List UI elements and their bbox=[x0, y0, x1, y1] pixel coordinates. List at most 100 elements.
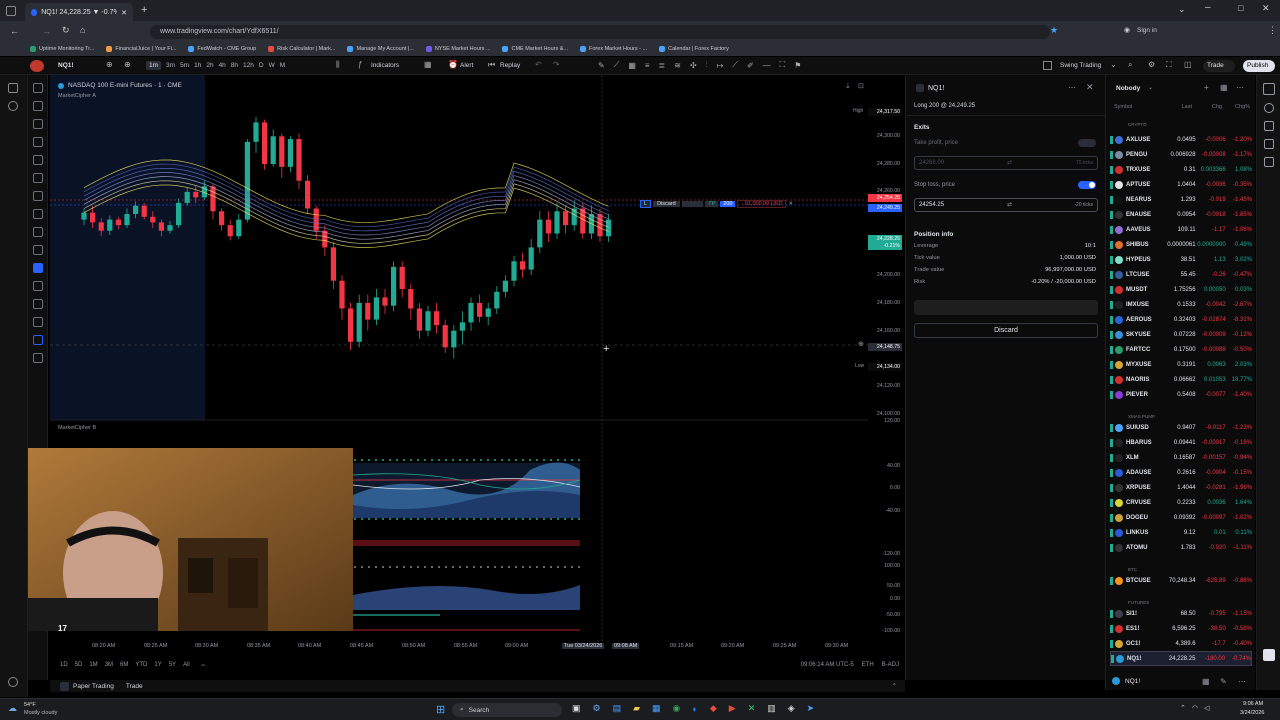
trade-tab[interactable]: Trade bbox=[126, 683, 143, 690]
frame-icon[interactable]: ⛶ bbox=[780, 60, 786, 70]
new-tab-icon[interactable]: + bbox=[141, 4, 147, 16]
icon-tool-icon[interactable] bbox=[33, 209, 43, 219]
settings-icon[interactable] bbox=[8, 677, 18, 687]
alert-button[interactable]: Alert bbox=[460, 62, 473, 69]
eye-icon[interactable] bbox=[33, 317, 43, 327]
range-YTD[interactable]: YTD bbox=[135, 662, 147, 668]
watchlist-row[interactable]: ATOMU 1.783 -0.020 -1.11% bbox=[1110, 541, 1252, 556]
take-profit-input[interactable]: 24268.00 ⇄ 75 ticks bbox=[914, 156, 1098, 170]
edit-icon[interactable]: ✎ bbox=[1220, 677, 1227, 686]
indicators-button[interactable]: Indicators bbox=[371, 62, 399, 69]
cursor-tool-icon[interactable] bbox=[33, 83, 43, 93]
grid-icon[interactable]: ▦ bbox=[628, 61, 636, 70]
fib-icon[interactable]: ≋ bbox=[674, 61, 681, 70]
chart-clock[interactable]: 09:06:14 AM UTC-5 bbox=[801, 662, 854, 668]
explorer-app-icon[interactable]: ▤ bbox=[613, 703, 622, 714]
brush-tool-icon[interactable] bbox=[33, 173, 43, 183]
range-1Y[interactable]: 1Y bbox=[154, 662, 161, 668]
range-1M[interactable]: 1M bbox=[89, 662, 97, 668]
fullscreen-icon[interactable]: ⛶ bbox=[1166, 60, 1172, 70]
watchlist-row[interactable]: APTUSE 1.0404 -0.0036 -0.35% bbox=[1110, 177, 1252, 192]
swap-icon[interactable]: ⇄ bbox=[1007, 201, 1012, 208]
bookmark-item[interactable]: Calendar | Forex Factory bbox=[659, 46, 729, 52]
publish-button[interactable]: Publish bbox=[1243, 60, 1275, 72]
edge-app-icon[interactable]: ◐ bbox=[692, 704, 697, 714]
link-icon[interactable] bbox=[33, 335, 43, 345]
lock-drawing-icon[interactable] bbox=[33, 281, 43, 291]
browser-tab-active[interactable]: NQ1! 24,228.25 ▼ -0.7% Swing... ✕ bbox=[25, 3, 133, 22]
flag-icon[interactable]: ⚑ bbox=[794, 61, 801, 70]
order-qty-badge[interactable]: 200 bbox=[720, 201, 736, 207]
wifi-icon[interactable]: ◠ bbox=[1192, 704, 1198, 712]
object-tree-icon[interactable] bbox=[1264, 121, 1274, 131]
fib-tool-icon[interactable] bbox=[33, 119, 43, 129]
history-icon[interactable] bbox=[8, 83, 18, 93]
projection-tool-icon[interactable] bbox=[33, 155, 43, 165]
watchlist-row[interactable]: TRXUSE 0.31 0.003366 1.08% bbox=[1110, 162, 1252, 177]
store-app-icon[interactable]: ▦ bbox=[652, 703, 661, 714]
watchlist-row[interactable]: ADAUSE 0.2616 -0.0004 -0.15% bbox=[1110, 465, 1252, 480]
settings-app-icon[interactable]: ⚙ bbox=[593, 703, 601, 714]
stop-loss-input[interactable]: 24254.25 ⇄ -20 ticks bbox=[914, 198, 1098, 212]
timeframe-3m[interactable]: 3m bbox=[166, 62, 175, 69]
task-view-icon[interactable]: ▣ bbox=[572, 703, 581, 714]
brave-app-icon[interactable]: ◆ bbox=[710, 703, 717, 714]
watchlist-row[interactable]: SHIBUS 0.0000061 0.0000000 0.49% bbox=[1110, 237, 1252, 252]
home-icon[interactable]: ⌂ bbox=[80, 25, 85, 35]
time-axis[interactable]: 08:20 AM 08:25 AM 08:30 AM 08:35 AM 08:40 AM… bbox=[50, 642, 905, 654]
avatar[interactable] bbox=[30, 60, 44, 72]
bookmark-item[interactable]: NYSE Market Hours ... bbox=[425, 46, 490, 52]
watchlist-row[interactable]: NEARUS 1.293 -0.019 -1.45% bbox=[1110, 192, 1252, 207]
watchlist-row[interactable]: HBARUS 0.09441 -0.00017 -0.18% bbox=[1110, 435, 1252, 450]
bookmark-item[interactable]: Risk Calculator | Mark... bbox=[268, 46, 335, 52]
indicator-b-label[interactable]: MarketCipher B bbox=[58, 425, 96, 431]
chart-type-icon[interactable]: ⫼ bbox=[336, 60, 340, 70]
discard-button[interactable]: Discard bbox=[914, 323, 1098, 338]
paper-trading-tab[interactable]: Paper Trading bbox=[73, 683, 114, 690]
order-panel-menu-icon[interactable]: ⋯ bbox=[1068, 83, 1076, 92]
compare-icon[interactable]: ⊕ bbox=[106, 60, 113, 69]
footer-menu-icon[interactable]: ⋯ bbox=[1238, 677, 1246, 686]
watchlist-row[interactable]: MYXUSE 0.3191 0.0063 2.03% bbox=[1110, 357, 1252, 372]
lines-icon[interactable]: ≣ bbox=[659, 61, 666, 70]
session-toggle[interactable]: ETH bbox=[862, 662, 874, 668]
footer-symbol[interactable]: NQ1! bbox=[1125, 678, 1140, 685]
chart-collapse-icon[interactable]: ⇣ bbox=[845, 82, 851, 90]
take-profit-label[interactable]: Take profit, price bbox=[914, 140, 958, 146]
range-6M[interactable]: 6M bbox=[120, 662, 128, 668]
pencil-icon[interactable]: ✎ bbox=[598, 61, 605, 70]
watchlist-row[interactable]: AAVEUS 109.11 -1.17 -1.06% bbox=[1110, 222, 1252, 237]
timeframe-D[interactable]: D bbox=[259, 62, 264, 69]
media-app-icon[interactable]: ▶ bbox=[729, 703, 736, 714]
chats-icon[interactable] bbox=[1264, 139, 1274, 149]
watchlist-menu-icon[interactable]: ⋯ bbox=[1236, 83, 1244, 92]
watchlist-chevron-icon[interactable]: ⌄ bbox=[1148, 84, 1153, 91]
col-chg-pct[interactable]: Chg% bbox=[1222, 104, 1250, 110]
watchlist-row[interactable]: LINKUS 9.12 0.01 0.11% bbox=[1110, 526, 1252, 541]
watchlist-row[interactable]: SUIUSD 0.9407 -0.0117 -1.23% bbox=[1110, 420, 1252, 435]
adjustment-toggle[interactable]: B-ADJ bbox=[882, 662, 899, 668]
profile-icon[interactable]: ◉ bbox=[1124, 26, 1130, 34]
chart-maximize-icon[interactable]: ⊡ bbox=[858, 82, 864, 90]
range-All[interactable]: All bbox=[183, 662, 190, 668]
timeframe-1h[interactable]: 1h bbox=[194, 62, 201, 69]
magnet-tool-icon[interactable] bbox=[33, 263, 43, 273]
pattern-tool-icon[interactable] bbox=[33, 137, 43, 147]
game-app-icon[interactable]: ▥ bbox=[767, 703, 776, 714]
maximize-icon[interactable]: □ bbox=[1238, 3, 1243, 13]
watchlist-row[interactable]: NQ1! 24,228.25 -180.00 -0.74% bbox=[1110, 651, 1252, 666]
watchlist-row[interactable]: BTCUSE 70,248.34 -625.89 -0.88% bbox=[1110, 573, 1252, 588]
col-chg[interactable]: Chg bbox=[1192, 104, 1222, 110]
watchlist-section-header[interactable]: BTC bbox=[1128, 567, 1137, 572]
bookmark-item[interactable]: FedWatch - CME Group bbox=[188, 46, 256, 52]
text-tool-icon[interactable] bbox=[33, 191, 43, 201]
watchlist-section-header[interactable]: FUTURES bbox=[1128, 600, 1149, 605]
snapshot-icon[interactable]: ◫ bbox=[1184, 60, 1192, 69]
taskbar-search[interactable]: ⌕ Search bbox=[452, 703, 562, 717]
layout-checkbox[interactable] bbox=[1043, 61, 1052, 70]
timeframe-M[interactable]: M bbox=[280, 62, 285, 69]
date-range-icon[interactable]: ⇔ bbox=[200, 662, 207, 669]
bookmark-item[interactable]: FinancialJuice | Your Fi... bbox=[106, 46, 176, 52]
calculator-icon[interactable] bbox=[1263, 649, 1275, 661]
watchlist-section-header[interactable]: XMAS PUMP bbox=[1128, 414, 1155, 419]
